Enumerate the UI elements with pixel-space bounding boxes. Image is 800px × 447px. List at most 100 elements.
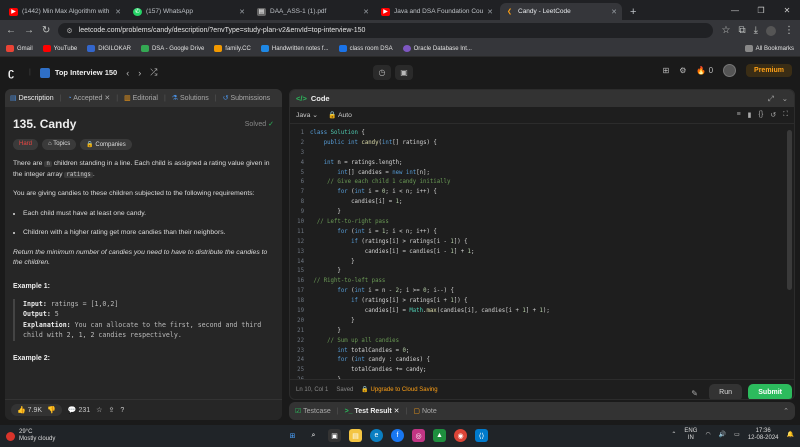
- forward-icon[interactable]: →: [24, 25, 34, 36]
- all-bookmarks[interactable]: All Bookmarks: [744, 45, 794, 52]
- share-icon[interactable]: ⇪: [108, 406, 114, 414]
- tab-submissions[interactable]: ↺ Submissions: [223, 94, 271, 102]
- menu-icon[interactable]: ⋮: [784, 25, 794, 36]
- comments-button[interactable]: 💬 231: [68, 406, 90, 414]
- run-button[interactable]: Run: [709, 384, 742, 399]
- close-icon[interactable]: ✕: [611, 8, 617, 16]
- task-view-icon[interactable]: ▣: [328, 429, 341, 442]
- tab-test-result[interactable]: >_ Test Result ✕: [345, 407, 400, 415]
- close-icon[interactable]: ✕: [115, 8, 121, 16]
- expand-icon[interactable]: ⤢: [768, 94, 774, 104]
- code-line[interactable]: 17 for (int i = n - 2; i >= 0; i--) {: [290, 287, 794, 297]
- close-icon[interactable]: ✕: [239, 8, 245, 16]
- reload-icon[interactable]: ↻: [42, 25, 50, 36]
- tab-testcase[interactable]: ☑ Testcase: [295, 407, 331, 415]
- layout-icon[interactable]: ⊞: [663, 66, 670, 75]
- code-line[interactable]: 20 }: [290, 317, 794, 327]
- code-line[interactable]: 22 // Sum up all candies: [290, 337, 794, 347]
- close-icon[interactable]: ✕: [394, 408, 400, 415]
- tab-accepted[interactable]: ◔ Accepted ✕: [67, 94, 110, 102]
- code-line[interactable]: 18 if (ratings[i] > ratings[i + 1]) {: [290, 297, 794, 307]
- maximize-icon[interactable]: ❐: [748, 6, 774, 15]
- editor-scrollbar[interactable]: [787, 130, 792, 290]
- code-line[interactable]: 16 // Right-to-left pass: [290, 277, 794, 287]
- code-line[interactable]: 2 public int candy(int[] ratings) {: [290, 139, 794, 149]
- tray-overflow-icon[interactable]: ⌃: [671, 432, 676, 439]
- code-line[interactable]: 8 candies[i] = 1;: [290, 198, 794, 208]
- instagram-icon[interactable]: ◎: [412, 429, 425, 442]
- upgrade-link[interactable]: 🔒 Upgrade to Cloud Saving: [361, 386, 437, 393]
- code-line[interactable]: 7 for (int i = 0; i < n; i++) {: [290, 188, 794, 198]
- autocomplete-toggle[interactable]: 🔒 Auto: [328, 111, 352, 119]
- braces-icon[interactable]: {}: [759, 111, 764, 119]
- thumbs-down-icon[interactable]: 👎: [47, 406, 56, 414]
- tab-description[interactable]: ▤ Description: [10, 94, 54, 102]
- search-icon[interactable]: ⌕: [307, 429, 320, 442]
- code-line[interactable]: 3: [290, 149, 794, 159]
- back-icon[interactable]: ←: [6, 25, 16, 36]
- close-icon[interactable]: ✕: [104, 95, 110, 102]
- google-drive-icon[interactable]: ▲: [433, 429, 446, 442]
- file-explorer-icon[interactable]: ▤: [349, 429, 362, 442]
- prev-problem-icon[interactable]: ‹: [126, 68, 129, 78]
- code-line[interactable]: 25 totalCandies += candy;: [290, 366, 794, 376]
- study-list-button[interactable]: Top Interview 150: [39, 67, 117, 78]
- close-icon[interactable]: ✕: [363, 8, 369, 16]
- tab-editorial[interactable]: ▥ Editorial: [124, 94, 158, 102]
- facebook-icon[interactable]: f: [391, 429, 404, 442]
- bookmark-oracle[interactable]: Oracle Database Int...: [402, 45, 472, 52]
- bookmark-star-icon[interactable]: ☆: [721, 25, 730, 36]
- bookmark-family[interactable]: family.CC: [214, 45, 251, 52]
- code-line[interactable]: 13 candies[i] = candies[i - 1] + 1;: [290, 248, 794, 258]
- settings-icon[interactable]: ⚙: [679, 66, 686, 75]
- code-line[interactable]: 24 for (int candy : candies) {: [290, 356, 794, 366]
- bookmark-dsa-drive[interactable]: DSA - Google Drive: [140, 45, 204, 52]
- code-line[interactable]: 15 }: [290, 267, 794, 277]
- next-problem-icon[interactable]: ›: [138, 68, 141, 78]
- language-indicator[interactable]: ENG IN: [684, 428, 697, 442]
- tab-solutions[interactable]: ⚗ Solutions: [172, 94, 209, 102]
- browser-tab-active[interactable]: ❮ Candy - LeetCode ✕: [500, 3, 622, 20]
- clock[interactable]: 17:36 12-08-2024: [748, 428, 779, 442]
- browser-tab[interactable]: ▶ (1442) Min Max Algorithm with ✕: [4, 3, 126, 20]
- code-line[interactable]: 10 // Left-to-right pass: [290, 218, 794, 228]
- extensions-icon[interactable]: ⧉: [738, 25, 745, 36]
- code-line[interactable]: 19 candies[i] = Math.max(candies[i], can…: [290, 307, 794, 317]
- code-line[interactable]: 23 int totalCandies = 0;: [290, 347, 794, 357]
- profile-avatar[interactable]: [766, 25, 776, 36]
- close-icon[interactable]: ✕: [487, 8, 493, 16]
- avatar[interactable]: [723, 64, 737, 77]
- code-line[interactable]: 6 // Give each child 1 candy initially: [290, 178, 794, 188]
- bookmark-youtube[interactable]: YouTube: [42, 45, 77, 52]
- url-field[interactable]: ⚙ leetcode.com/problems/candy/descriptio…: [58, 23, 714, 38]
- bookmark-classroom[interactable]: class room DSA: [338, 45, 393, 52]
- debug-icon[interactable]: ◷: [373, 65, 391, 80]
- star-icon[interactable]: ☆: [96, 406, 102, 414]
- code-line[interactable]: 14 }: [290, 258, 794, 268]
- problem-title[interactable]: 135. Candy: [13, 117, 76, 131]
- code-line[interactable]: 4 int n = ratings.length;: [290, 159, 794, 169]
- note-icon[interactable]: ✎: [691, 389, 698, 398]
- format-icon[interactable]: ≡: [737, 111, 741, 119]
- bookmark-gmail[interactable]: Gmail: [6, 45, 33, 52]
- leetcode-logo-icon[interactable]: ʗ: [8, 67, 20, 79]
- companies-chip[interactable]: 🔒 Companies: [80, 139, 132, 150]
- minimize-icon[interactable]: —: [722, 6, 748, 15]
- edge-icon[interactable]: e: [370, 429, 383, 442]
- weather-widget[interactable]: 29°C Mostly cloudy: [6, 429, 55, 443]
- chrome-icon[interactable]: ◉: [454, 429, 467, 442]
- reset-icon[interactable]: ↺: [770, 111, 776, 119]
- code-line[interactable]: 21 }: [290, 327, 794, 337]
- code-line[interactable]: 9 }: [290, 208, 794, 218]
- topics-chip[interactable]: ⌂ Topics: [42, 139, 77, 150]
- wifi-icon[interactable]: ◠: [705, 432, 710, 439]
- collapse-icon[interactable]: ⌄: [782, 94, 788, 104]
- like-button[interactable]: 👍 7.9K: [17, 406, 42, 414]
- code-line[interactable]: 1 class Solution {: [290, 129, 794, 139]
- code-line[interactable]: 11 for (int i = 1; i < n; i++) {: [290, 228, 794, 238]
- battery-icon[interactable]: ▭: [734, 432, 740, 439]
- notes-icon[interactable]: ▣: [395, 65, 413, 80]
- bookmark-notes[interactable]: Handwritten notes f...: [260, 45, 329, 52]
- code-line[interactable]: 12 if (ratings[i] > ratings[i - 1]) {: [290, 238, 794, 248]
- notifications-icon[interactable]: 🔔: [787, 432, 794, 439]
